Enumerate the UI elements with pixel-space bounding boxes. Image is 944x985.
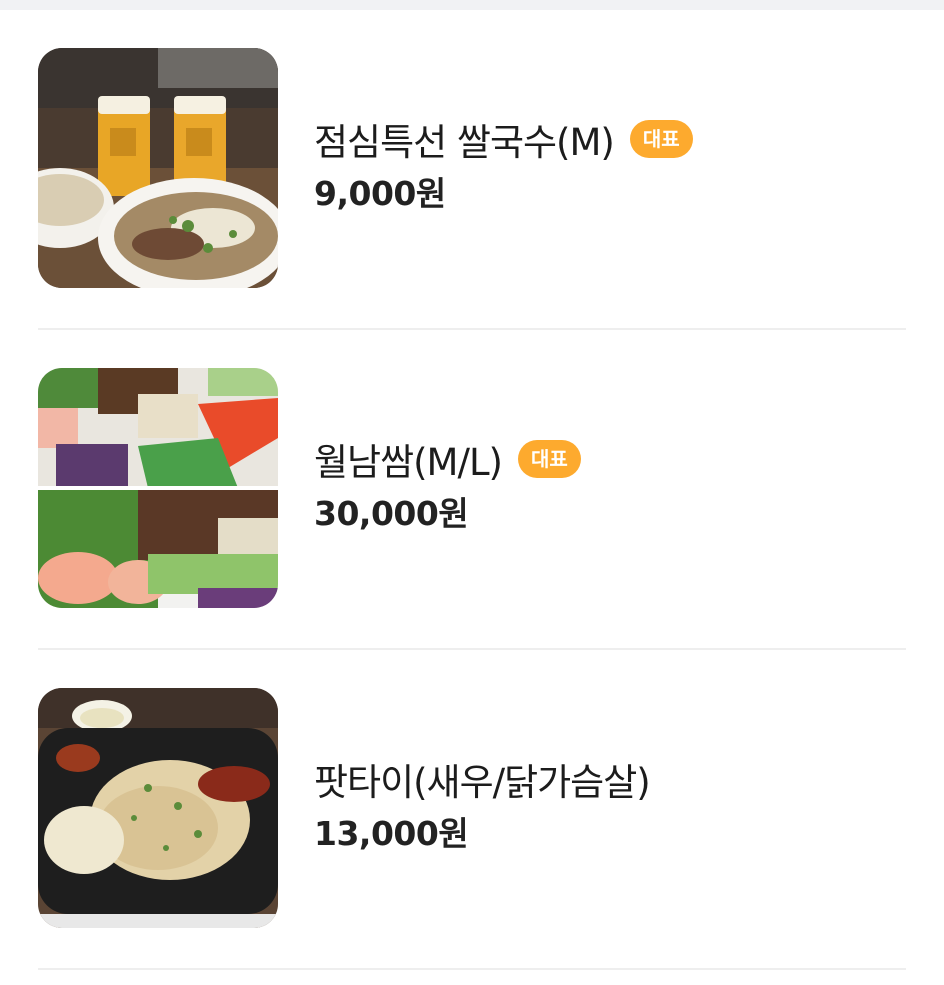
menu-item-info: 점심특선 쌀국수(M) 대표 9,000원 bbox=[314, 111, 693, 215]
menu-item-photo bbox=[38, 48, 278, 288]
menu-item-photo bbox=[38, 688, 278, 928]
menu-item-info: 월남쌈(M/L) 대표 30,000원 bbox=[314, 431, 581, 535]
pho-photo bbox=[38, 48, 278, 288]
signature-badge: 대표 bbox=[629, 120, 693, 158]
menu-item-pho[interactable]: 점심특선 쌀국수(M) 대표 9,000원 bbox=[0, 10, 944, 330]
menu-list: 점심특선 쌀국수(M) 대표 9,000원 월남쌈(M/L) 대표 30,000… bbox=[0, 10, 944, 970]
menu-item-info: 팟타이(새우/닭가슴살) 13,000원 bbox=[314, 751, 651, 855]
menu-item-name-row: 월남쌈(M/L) 대표 bbox=[314, 431, 581, 487]
menu-item-pad-thai[interactable]: 팟타이(새우/닭가슴살) 13,000원 bbox=[0, 650, 944, 970]
signature-badge: 대표 bbox=[518, 440, 581, 478]
menu-item-photo bbox=[38, 368, 278, 608]
menu-item-price: 13,000원 bbox=[314, 814, 469, 853]
top-strip bbox=[0, 0, 944, 10]
menu-item-price: 30,000원 bbox=[314, 494, 469, 533]
menu-item-name-row: 점심특선 쌀국수(M) 대표 bbox=[314, 111, 693, 167]
menu-item-price: 9,000원 bbox=[314, 174, 446, 213]
divider bbox=[38, 968, 906, 970]
pad-thai-photo bbox=[38, 688, 278, 928]
menu-item-name: 점심특선 쌀국수(M) bbox=[314, 121, 615, 164]
menu-item-name: 팟타이(새우/닭가슴살) bbox=[314, 761, 651, 804]
menu-item-spring-roll[interactable]: 월남쌈(M/L) 대표 30,000원 bbox=[0, 330, 944, 650]
spring-roll-photo bbox=[38, 368, 278, 608]
menu-item-name-row: 팟타이(새우/닭가슴살) bbox=[314, 751, 651, 807]
menu-item-name: 월남쌈(M/L) bbox=[314, 441, 503, 484]
